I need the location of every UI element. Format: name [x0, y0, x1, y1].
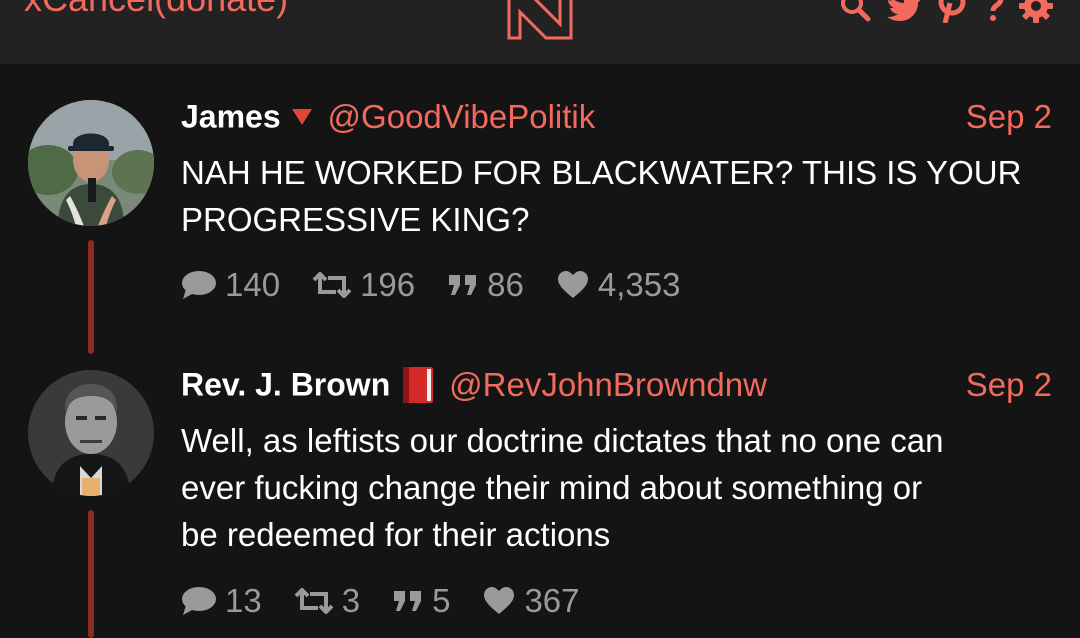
retweet-icon — [294, 588, 334, 614]
heart-icon — [484, 587, 515, 614]
tweet-text-line: ever fucking change their mind about som… — [181, 469, 923, 506]
like-count: 367 — [524, 582, 580, 619]
username[interactable]: @GoodVibePolitik — [328, 98, 596, 135]
comment-icon — [182, 271, 216, 299]
retweet-stat[interactable]: 196 — [312, 266, 415, 304]
top-nav-bar: xCancel(donate) — [0, 0, 1080, 64]
tweet-stats: 13 3 5 367 — [181, 582, 612, 620]
retweet-count: 3 — [341, 582, 361, 619]
tweet[interactable]: James @GoodVibePolitik Sep 2 NAH HE WORK… — [0, 98, 1080, 358]
quote-icon — [449, 275, 477, 295]
quote-icon — [394, 591, 422, 611]
display-name[interactable]: James — [181, 99, 281, 135]
retweet-count: 196 — [360, 266, 416, 303]
quote-count: 5 — [432, 582, 451, 619]
quote-stat[interactable]: 86 — [447, 266, 524, 304]
tweet-text-line: NAH HE WORKED FOR BLACKWATER? THIS IS YO… — [181, 154, 1022, 191]
reply-stat[interactable]: 140 — [181, 266, 280, 304]
like-count: 4,353 — [597, 266, 681, 303]
comment-icon — [182, 587, 216, 615]
thread-connector — [88, 510, 94, 638]
pinterest-icon[interactable] — [936, 0, 968, 23]
avatar[interactable] — [28, 100, 154, 226]
tweet-text: NAH HE WORKED FOR BLACKWATER? THIS IS YO… — [181, 149, 1052, 243]
tweet-text-line: Well, as leftists our doctrine dictates … — [181, 422, 944, 459]
gear-icon[interactable] — [1018, 0, 1054, 24]
avatar[interactable] — [28, 370, 154, 496]
retweet-stat[interactable]: 3 — [294, 582, 360, 620]
reply-stat[interactable]: 13 — [181, 582, 262, 620]
search-icon[interactable] — [838, 0, 872, 23]
quote-stat[interactable]: 5 — [392, 582, 450, 620]
thread-connector — [88, 240, 94, 354]
red-book-icon — [402, 367, 433, 403]
donate-link[interactable]: xCancel(donate) — [24, 0, 288, 20]
quote-count: 86 — [487, 266, 524, 303]
twitter-icon[interactable] — [886, 0, 922, 23]
nitter-logo-icon[interactable] — [506, 0, 574, 42]
tweet-text: Well, as leftists our doctrine dictates … — [181, 417, 1052, 558]
reply-count: 13 — [225, 582, 262, 619]
username[interactable]: @RevJohnBrowndnw — [449, 366, 767, 403]
tweet[interactable]: Rev. J. Brown @RevJohnBrowndnw Sep 2 Wel… — [0, 366, 1080, 638]
retweet-icon — [312, 272, 352, 298]
tweet-stats: 140 196 86 4,353 — [181, 266, 712, 304]
tweet-text-line: PROGRESSIVE KING? — [181, 201, 530, 238]
like-stat[interactable]: 4,353 — [556, 266, 681, 304]
red-triangle-down-icon — [292, 109, 313, 125]
display-name[interactable]: Rev. J. Brown — [181, 367, 390, 403]
header-icons — [838, 0, 1054, 24]
tweet-date[interactable]: Sep 2 — [966, 366, 1052, 404]
tweet-header: Rev. J. Brown @RevJohnBrowndnw Sep 2 — [181, 366, 1052, 406]
tweet-text-line: be redeemed for their actions — [181, 516, 611, 553]
heart-icon — [557, 271, 588, 298]
tweet-date[interactable]: Sep 2 — [966, 98, 1052, 136]
reply-count: 140 — [225, 266, 281, 303]
like-stat[interactable]: 367 — [482, 582, 580, 620]
help-icon[interactable] — [982, 0, 1004, 23]
tweet-header: James @GoodVibePolitik Sep 2 — [181, 98, 1052, 138]
